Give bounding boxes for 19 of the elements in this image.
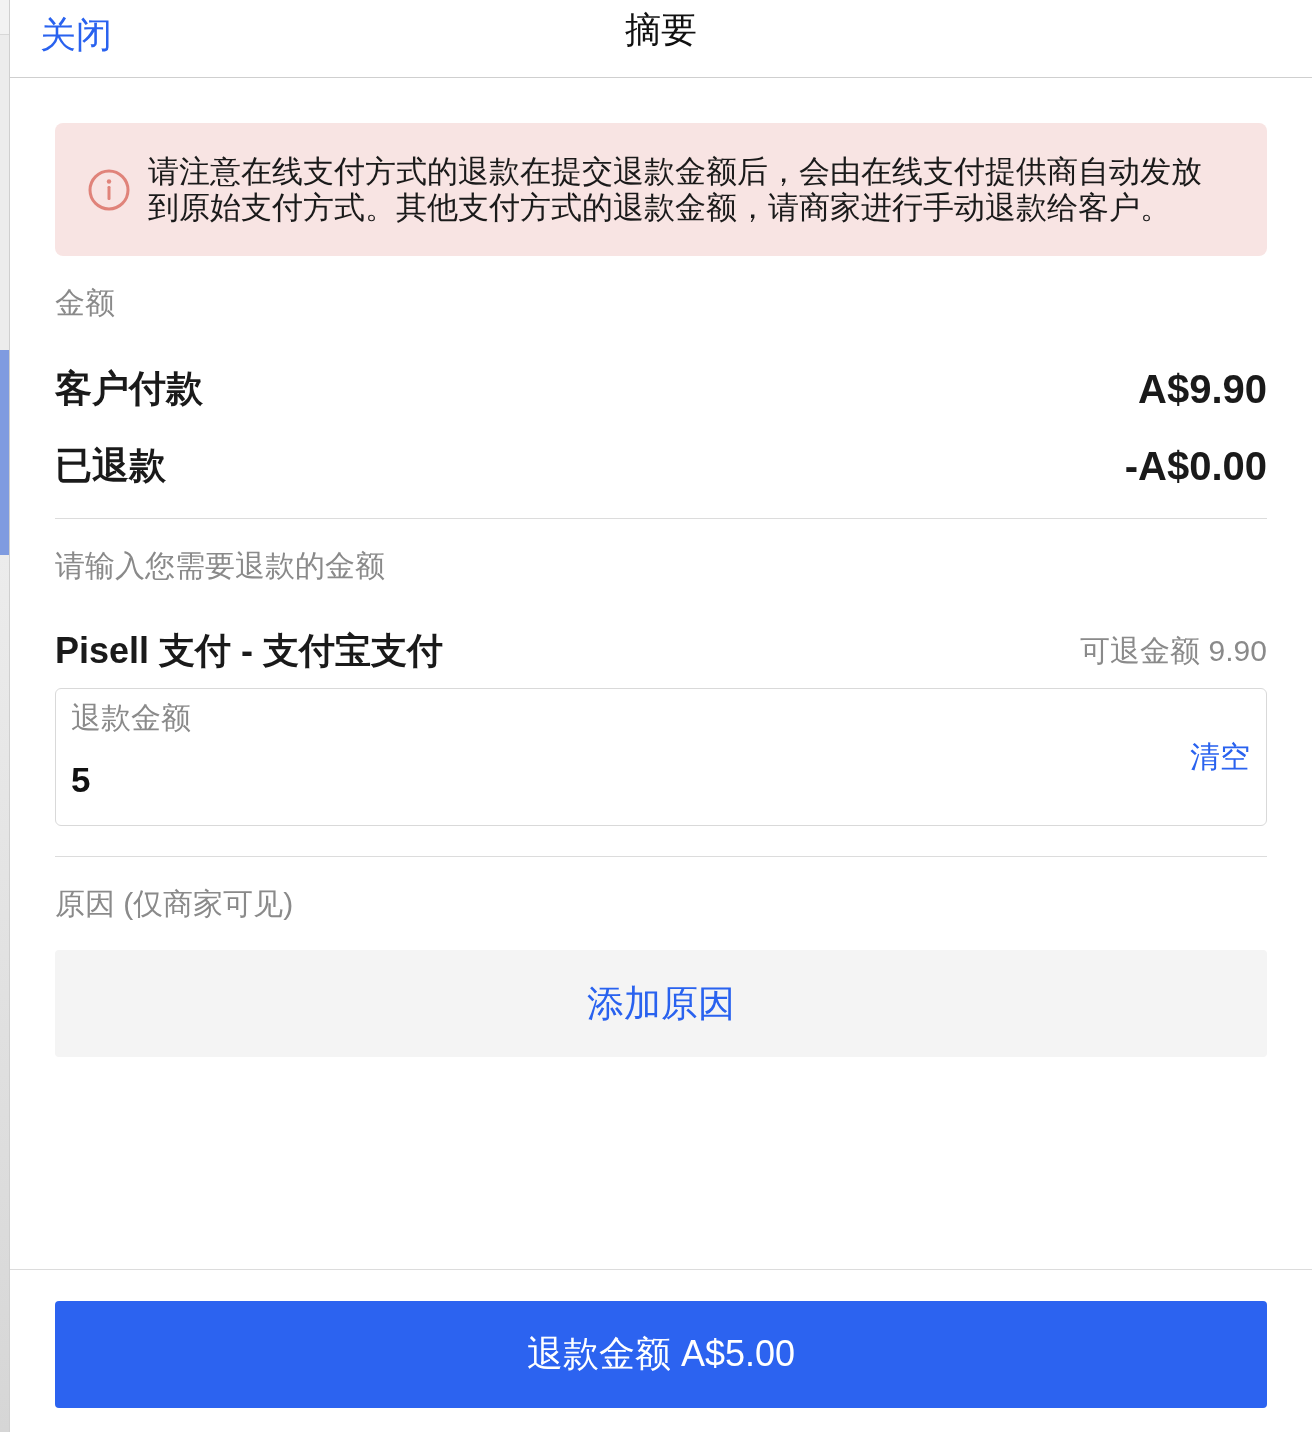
refund-button[interactable]: 退款金额 A$5.00: [55, 1301, 1267, 1408]
notice-text: 请注意在线支付方式的退款在提交退款金额后，会由在线支付提供商自动发放到原始支付方式。其他支付方式的退款金额，请商家进行手动退款给客户。: [148, 153, 1203, 226]
info-icon: [88, 168, 130, 211]
section-label: 请输入您需要退款的金额: [55, 548, 385, 584]
dialog-title: 摘要: [625, 8, 697, 52]
amount-value: A$9.90: [1138, 365, 1267, 413]
field-label: 退款金额: [71, 700, 191, 736]
payment-method-title: Pisell 支付 - 支付宝支付: [55, 629, 444, 673]
refundable-amount: 可退金额 9.90: [1080, 633, 1267, 669]
refund-amount-field[interactable]: 退款金额 5 清空: [55, 688, 1267, 826]
amount-value: -A$0.00: [1124, 442, 1267, 490]
close-button[interactable]: 关闭: [40, 12, 112, 58]
section-label: 原因 (仅商家可见): [55, 886, 294, 922]
field-value: 5: [71, 759, 91, 801]
add-reason-button[interactable]: 添加原因: [55, 950, 1267, 1057]
amount-label: 客户付款: [55, 366, 203, 411]
section-label: 金额: [55, 285, 115, 321]
amount-label: 已退款: [55, 443, 166, 488]
clear-button[interactable]: 清空: [1190, 737, 1250, 777]
